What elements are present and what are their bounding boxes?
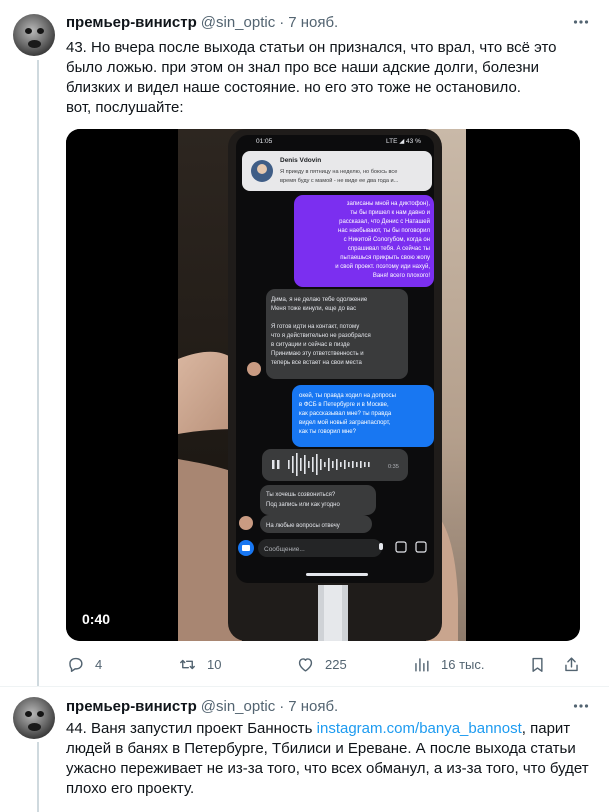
tweet-text: 44. Ваня запустил проект Банность instag…	[66, 719, 596, 799]
message-line: На любые вопросы отвечу	[266, 523, 340, 529]
text-line: ужасно переживает не из-за того, что все…	[66, 760, 589, 777]
message-line: Меня тоже кинули, еще до вас	[271, 306, 356, 312]
text-line: вот, послушайте:	[66, 99, 184, 116]
avatar[interactable]	[13, 14, 55, 56]
bookmark-icon	[532, 657, 543, 672]
separator-dot: ·	[279, 13, 285, 31]
notification-line: Я приеду в пятницу на неделю, но боюсь в…	[280, 169, 397, 175]
author-handle[interactable]: @sin_optic	[201, 14, 275, 31]
message-line: как ты говорил мне?	[299, 429, 357, 435]
message-line: ты бы пришел к нам давно и	[350, 210, 430, 216]
message-line: что я действительно не разобрался	[271, 332, 371, 339]
status-right: LTE ◢ 43 %	[386, 138, 421, 145]
separator-dot: ·	[279, 697, 285, 715]
tweet[interactable]: премьер-винистр @sin_optic · 7 нояб. 43.…	[0, 0, 609, 686]
author-name[interactable]: премьер-винистр	[66, 698, 197, 715]
author-handle[interactable]: @sin_optic	[201, 698, 275, 715]
thread-line	[37, 60, 39, 686]
reply-button[interactable]: 4	[66, 652, 102, 676]
share-icon	[565, 656, 578, 671]
reply-count: 4	[95, 656, 103, 672]
reply-icon	[69, 657, 83, 672]
message-line: видел мой новый загранпаспорт,	[299, 419, 391, 426]
notification-sender: Denis Vdovin	[280, 157, 321, 164]
video-frame: 01:05 LTE ◢ 43 % Denis Vdovin Я приеду в…	[66, 129, 580, 641]
message-line: записаны мной на диктофон),	[347, 200, 431, 207]
text-line: людей в банях в Петербурге, Тбилиси и Ер…	[66, 740, 576, 757]
tweet[interactable]: премьер-винистр @sin_optic · 7 нояб. 44.…	[0, 687, 609, 812]
video-player[interactable]: 01:05 LTE ◢ 43 % Denis Vdovin Я приеду в…	[66, 129, 580, 641]
tweet-actions: 4 10 225 16 тыс.	[66, 652, 586, 676]
message-line: и свой проект. поэтому иди нахуй,	[335, 263, 430, 270]
message-line: Под запись или как угодно	[266, 502, 341, 508]
text-line: было ложью. при этом он знал про все наш…	[66, 59, 540, 76]
message-line: нас наебывают, ты бы поговорил	[338, 228, 430, 234]
views-button[interactable]: 16 тыс.	[412, 652, 484, 676]
message-line: в ситуации и сейчас в пизде	[271, 341, 351, 348]
notification-line: время буду с мамой - не виде ее два года…	[280, 177, 399, 184]
tweet-header: премьер-винистр @sin_optic · 7 нояб.	[66, 12, 338, 32]
voice-duration: 0:35	[388, 464, 399, 470]
instagram-link[interactable]: instagram.com/banya_bannost	[317, 720, 522, 737]
message-line: Принимаю эту ответственность и	[271, 351, 364, 357]
message-line: окей, ты правда ходил на допросы	[299, 392, 396, 399]
share-button[interactable]	[562, 652, 581, 676]
message-line: Дима, я не делаю тебе одолжение	[271, 297, 368, 303]
more-icon[interactable]	[571, 696, 591, 716]
retweet-icon	[180, 659, 195, 669]
thread-line	[37, 742, 39, 812]
like-count: 225	[325, 656, 347, 672]
tweet-date[interactable]: 7 нояб.	[288, 14, 338, 31]
message-line: пытаешься прикрыть свою жопу	[340, 255, 430, 261]
status-time: 01:05	[256, 138, 273, 145]
text-segment: , парит	[521, 720, 571, 737]
video-duration: 0:40	[82, 611, 111, 627]
text-segment: 44. Ваня запустил проект Банность	[66, 720, 317, 737]
message-line: с Никитой Сологубом, когда он	[344, 236, 430, 243]
message-line: Я готов идти на контакт, потому	[271, 324, 359, 330]
author-name[interactable]: премьер-винистр	[66, 14, 197, 31]
message-line: как рассказывал мне? ты правда	[299, 411, 392, 417]
text-line: близких и видел наше состояние. но его э…	[66, 79, 521, 96]
message-line: Ваня! всего плохого!	[373, 273, 431, 279]
like-icon	[298, 657, 313, 672]
message-line: рассказал, что Денис с Наташей	[339, 218, 430, 225]
message-line: в ФСБ в Петербурге и в Москве,	[299, 402, 389, 408]
tweet-header: премьер-винистр @sin_optic · 7 нояб.	[66, 696, 338, 716]
message-line: спрашивал тебя. А сейчас ты	[348, 245, 430, 252]
message-line: теперь все встает на свои места	[271, 360, 362, 366]
message-line: Ты хочешь созвониться?	[266, 492, 336, 498]
like-button[interactable]: 225	[296, 652, 347, 676]
retweet-count: 10	[207, 656, 222, 672]
text-line: плохо его проекту.	[66, 780, 195, 797]
message-input-placeholder: Сообщение...	[264, 545, 305, 553]
views-icon	[415, 657, 429, 672]
tweet-date[interactable]: 7 нояб.	[288, 698, 338, 715]
retweet-button[interactable]: 10	[178, 652, 221, 676]
views-count: 16 тыс.	[441, 656, 485, 672]
bookmark-button[interactable]	[528, 652, 547, 676]
text-line: 43. Но вчера после выхода статьи он приз…	[66, 39, 557, 56]
tweet-text: 43. Но вчера после выхода статьи он приз…	[66, 38, 586, 118]
avatar[interactable]	[13, 697, 55, 739]
text-line: 44. Ваня запустил проект Банность instag…	[66, 719, 596, 739]
more-icon[interactable]	[571, 12, 591, 32]
